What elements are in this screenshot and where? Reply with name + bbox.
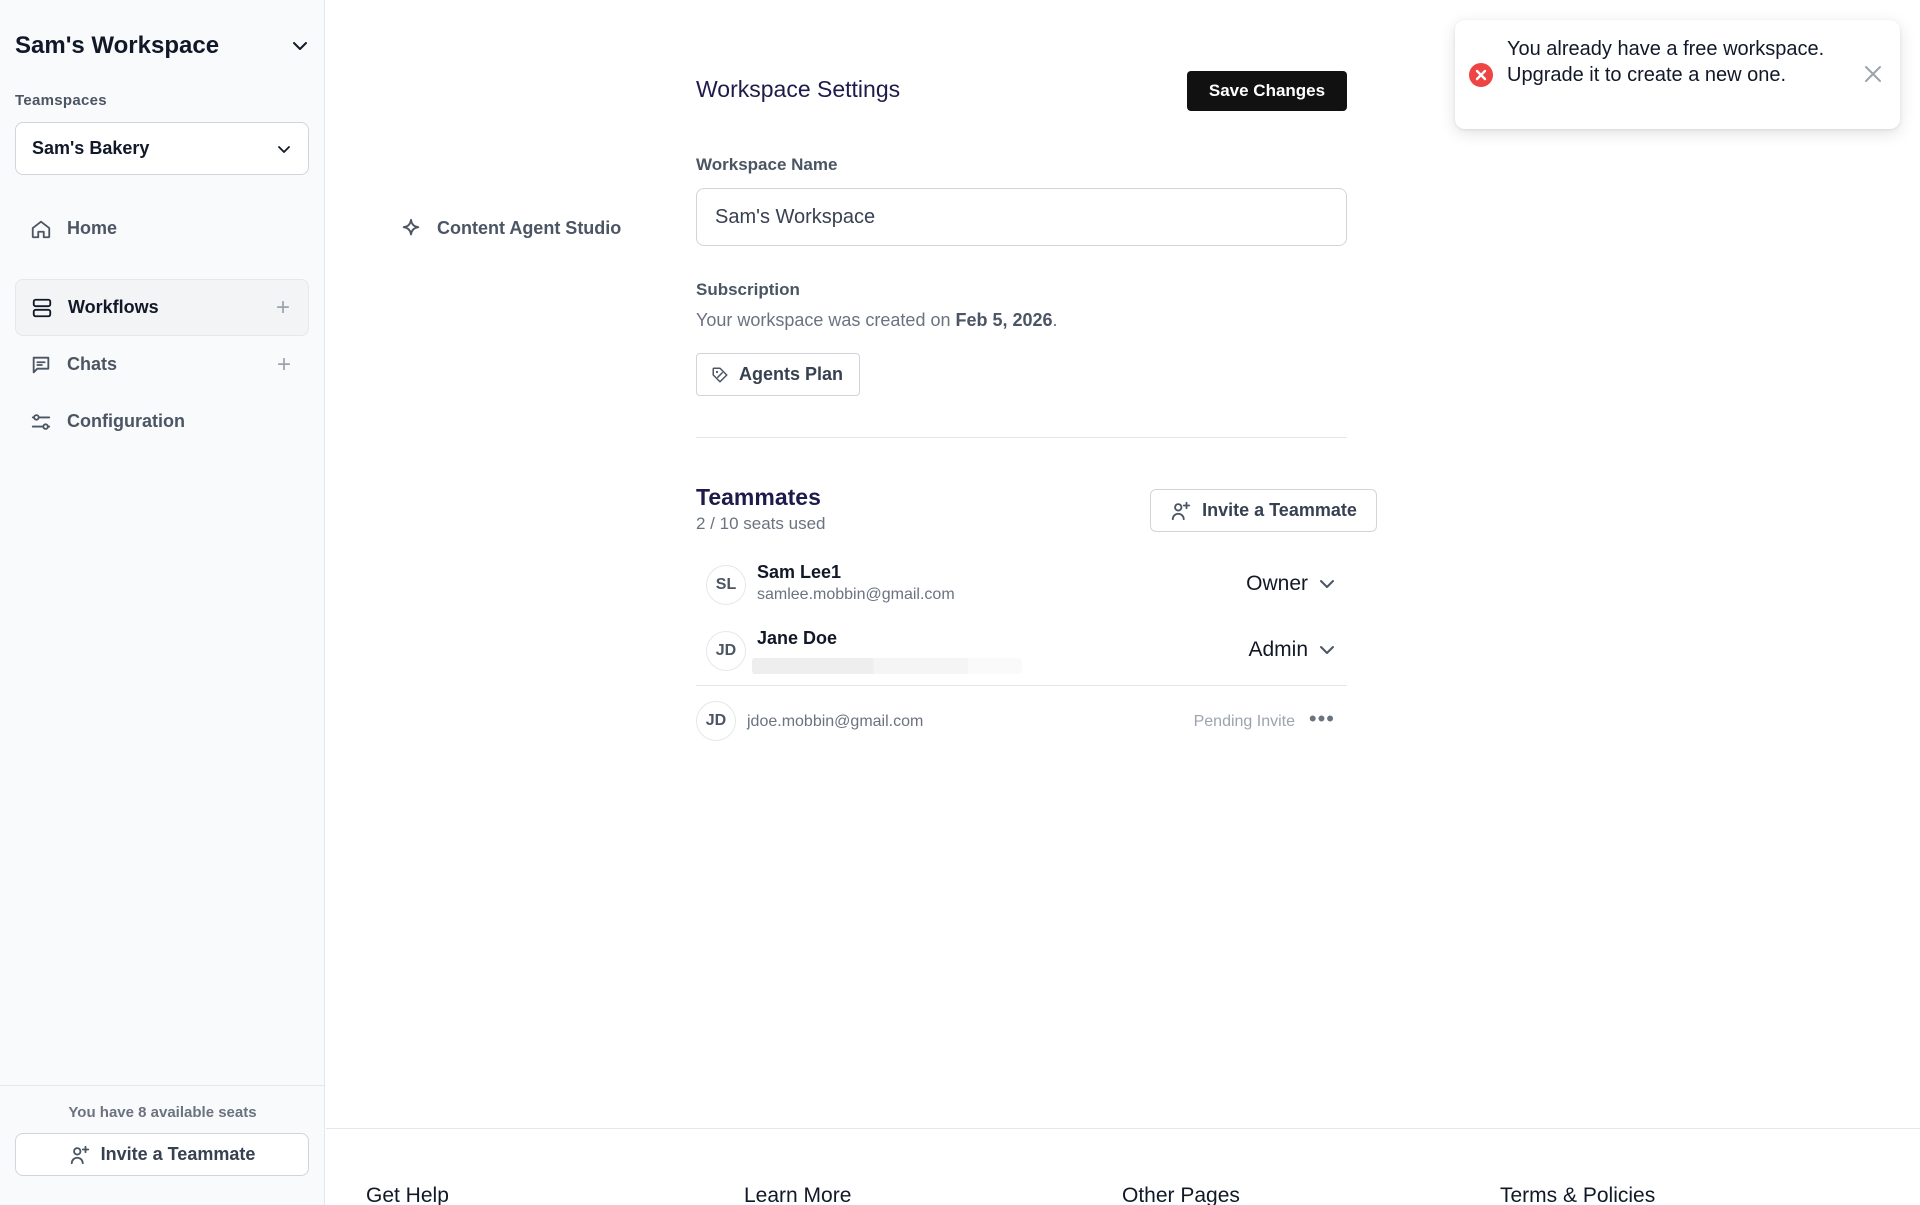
sidebar-item-workflows[interactable]: Workflows +	[15, 279, 309, 336]
pending-invite-email: jdoe.mobbin@gmail.com	[747, 713, 924, 730]
seats-used-text: 2 / 10 seats used	[696, 514, 826, 533]
chevron-down-icon	[278, 145, 290, 153]
sidebar-item-label: Configuration	[67, 411, 185, 431]
plan-badge: Agents Plan	[696, 353, 861, 396]
teammate-row: JD Jane Doe Admin	[706, 626, 1346, 676]
avatar: JD	[706, 631, 746, 671]
sidebar-nav: Home Content Agent Studio Workflows + Ch…	[15, 200, 621, 450]
footer-heading-get-help: Get Help	[366, 1184, 449, 1205]
subscription-created-text: Your workspace was created on Feb 5, 202…	[696, 310, 1058, 330]
sidebar: Sam's Workspace Teamspaces Sam's Bakery …	[0, 0, 621, 1205]
sidebar-item-configuration[interactable]: Configuration	[15, 393, 309, 450]
teamspace-select[interactable]: Sam's Bakery	[15, 122, 309, 175]
pending-invite-row: JD jdoe.mobbin@gmail.com Pending Invite …	[696, 701, 1347, 743]
add-user-icon	[70, 1145, 89, 1164]
sidebar-item-home[interactable]: Home	[15, 200, 309, 257]
footer-heading-other-pages: Other Pages	[1122, 1184, 1240, 1205]
error-icon	[1469, 63, 1493, 87]
workspace-switcher[interactable]: Sam's Workspace	[15, 28, 310, 64]
add-user-icon	[1171, 501, 1191, 520]
chevron-down-icon	[1320, 646, 1334, 654]
invite-teammate-label: Invite a Teammate	[1202, 500, 1357, 520]
home-icon	[29, 217, 53, 241]
more-options-icon[interactable]: •••	[1309, 708, 1335, 730]
error-toast: You already have a free workspace. Upgra…	[1455, 20, 1900, 129]
created-date: Feb 5, 2026	[955, 310, 1053, 330]
footer-heading-terms-policies: Terms & Policies	[1500, 1184, 1656, 1205]
teammate-name: Sam Lee1	[757, 562, 842, 582]
teammate-email: samlee.mobbin@gmail.com	[757, 586, 955, 603]
workspace-name-input[interactable]	[696, 188, 1347, 246]
invite-teammate-button[interactable]: Invite a Teammate	[1150, 489, 1377, 532]
sidebar-footer: You have 8 available seats Invite a Team…	[0, 1085, 325, 1205]
chat-icon	[29, 353, 53, 377]
role-value: Admin	[1248, 638, 1308, 661]
sidebar-invite-label: Invite a Teammate	[100, 1144, 256, 1164]
toast-message: You already have a free workspace. Upgra…	[1507, 38, 1825, 86]
role-select[interactable]: Owner	[1246, 572, 1336, 596]
available-seats-text: You have 8 available seats	[68, 1104, 257, 1121]
workspace-title: Sam's Workspace	[15, 32, 220, 59]
plan-label: Agents Plan	[739, 364, 844, 384]
teammates-title: Teammates	[696, 484, 821, 510]
workspace-name-label: Workspace Name	[696, 155, 838, 174]
subscription-label: Subscription	[696, 280, 800, 299]
redacted-email-placeholder	[752, 658, 1022, 674]
chevron-down-icon	[293, 42, 307, 50]
save-changes-button[interactable]: Save Changes	[1187, 71, 1347, 111]
close-icon[interactable]	[1862, 63, 1884, 85]
sidebar-item-label: Chats	[67, 354, 118, 374]
sidebar-item-label: Workflows	[68, 297, 159, 317]
footer-heading-learn-more: Learn More	[744, 1184, 852, 1205]
role-select[interactable]: Admin	[1248, 638, 1336, 662]
workflows-icon	[30, 296, 54, 320]
avatar: SL	[706, 565, 746, 605]
tag-icon	[712, 367, 728, 382]
teamspaces-label: Teamspaces	[15, 92, 107, 109]
add-workflow-icon[interactable]: +	[276, 294, 290, 322]
teammate-row: SL Sam Lee1 samlee.mobbin@gmail.com Owne…	[706, 560, 1346, 610]
members-divider	[696, 685, 1347, 686]
sidebar-invite-button[interactable]: Invite a Teammate	[15, 1133, 309, 1176]
main-content: Workspace Settings Save Changes Workspac…	[326, 0, 1920, 1205]
teamspace-select-value: Sam's Bakery	[32, 138, 150, 158]
sliders-icon	[29, 410, 53, 434]
add-chat-icon[interactable]: +	[277, 351, 291, 379]
role-value: Owner	[1246, 572, 1308, 595]
page-footer: Get Help Learn More Other Pages Terms & …	[326, 1128, 1920, 1205]
section-divider	[696, 437, 1347, 438]
chevron-down-icon	[1320, 580, 1334, 588]
pending-invite-status: Pending Invite	[1193, 713, 1295, 730]
teammate-name: Jane Doe	[757, 628, 838, 648]
avatar: JD	[696, 701, 736, 741]
page-title: Workspace Settings	[696, 76, 901, 102]
sidebar-item-chats[interactable]: Chats +	[15, 336, 309, 393]
sidebar-item-label: Home	[67, 218, 118, 238]
